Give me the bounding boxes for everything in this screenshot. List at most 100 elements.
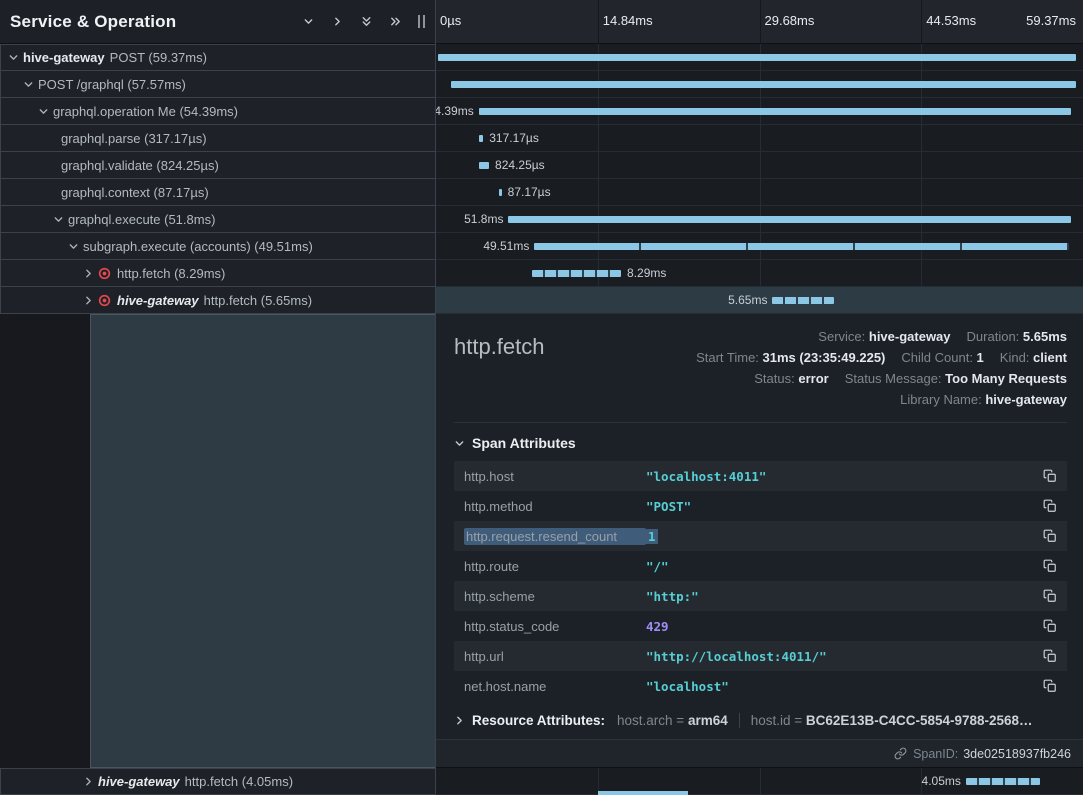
span-tree-row[interactable]: graphql.operation Me (54.39ms): [0, 98, 435, 125]
span-timeline-row[interactable]: 317.17µs: [436, 125, 1083, 152]
attribute-key: net.host.name: [464, 679, 646, 694]
span-timeline-row[interactable]: 8.29ms: [436, 260, 1083, 287]
double-chevron-right-icon[interactable]: [383, 9, 408, 34]
timeline-gridline: [760, 0, 761, 43]
metadata-value: error: [798, 371, 828, 386]
metadata-label: Status:: [754, 371, 798, 386]
span-duration-label: 4.05ms: [922, 774, 961, 788]
span-name: graphql.context (87.17µs): [61, 185, 209, 200]
span-duration-bar[interactable]: [499, 189, 501, 196]
metadata-line: Library Name: hive-gateway: [900, 389, 1067, 410]
metadata-pair: Status Message: Too Many Requests: [845, 371, 1067, 386]
chevron-down-icon[interactable]: [52, 214, 65, 225]
timeline-gridline: [921, 0, 922, 43]
span-duration-bar[interactable]: [534, 243, 1068, 250]
chevron-right-icon[interactable]: [82, 295, 95, 306]
attribute-key: http.method: [464, 499, 646, 514]
span-name: graphql.execute (51.8ms): [68, 212, 215, 227]
attribute-value: "localhost:4011": [646, 469, 1033, 484]
span-tree-row[interactable]: POST /graphql (57.57ms): [0, 71, 435, 98]
attribute-value: 429: [646, 619, 1033, 634]
span-tree-row[interactable]: graphql.parse (317.17µs): [0, 125, 435, 152]
chevron-down-icon[interactable]: [7, 52, 20, 63]
span-id-link[interactable]: [894, 747, 907, 760]
span-timeline-row[interactable]: 87.17µs: [436, 179, 1083, 206]
span-timeline-row[interactable]: 54.39ms: [436, 98, 1083, 125]
chevron-down-icon[interactable]: [22, 79, 35, 90]
copy-icon: [1043, 679, 1057, 693]
trace-viewer: Service & Operation hive-gatewayPOST (59…: [0, 0, 1083, 795]
span-duration-bar[interactable]: [451, 81, 1076, 88]
span-duration-bar[interactable]: [508, 216, 1071, 223]
metadata-value: Too Many Requests: [945, 371, 1067, 386]
chevron-down-icon[interactable]: [67, 241, 80, 252]
tree-panel-header: Service & Operation: [0, 0, 435, 44]
span-tree-row[interactable]: hive-gatewayhttp.fetch (4.05ms): [0, 768, 435, 795]
metadata-pair: Child Count: 1: [901, 350, 983, 365]
span-timeline-row[interactable]: [436, 71, 1083, 98]
span-tree-row[interactable]: graphql.execute (51.8ms): [0, 206, 435, 233]
resource-attributes-section-toggle[interactable]: Resource Attributes: host.arch = arm64ho…: [454, 713, 1067, 728]
chevron-right-icon[interactable]: [82, 268, 95, 279]
span-duration-bar[interactable]: [479, 162, 489, 169]
copy-button[interactable]: [1043, 529, 1057, 543]
copy-button[interactable]: [1043, 679, 1057, 693]
attribute-value: "/": [646, 559, 1033, 574]
span-timeline-row[interactable]: 824.25µs: [436, 152, 1083, 179]
span-timeline-row[interactable]: [436, 44, 1083, 71]
span-duration-bar[interactable]: [966, 778, 1040, 785]
attribute-value: "localhost": [646, 679, 1033, 694]
metadata-value: 31ms (23:35:49.225): [763, 350, 886, 365]
attribute-value: "http:": [646, 589, 1033, 604]
span-timeline-row[interactable]: 4.05ms: [436, 768, 1083, 795]
span-attributes-section-toggle[interactable]: Span Attributes: [454, 435, 1067, 451]
copy-button[interactable]: [1043, 559, 1057, 573]
attribute-key: http.status_code: [464, 619, 646, 634]
copy-button[interactable]: [1043, 619, 1057, 633]
span-timeline-row[interactable]: 49.51ms: [436, 233, 1083, 260]
span-name: graphql.parse (317.17µs): [61, 131, 207, 146]
metadata-label: Duration:: [967, 329, 1023, 344]
chevron-right-icon[interactable]: [325, 9, 350, 34]
chevron-down-icon[interactable]: [37, 106, 50, 117]
attribute-row: http.request.resend_count1: [454, 521, 1067, 551]
span-tree-row[interactable]: http.fetch (8.29ms): [0, 260, 435, 287]
metadata-line: Start Time: 31ms (23:35:49.225)Child Cou…: [696, 347, 1067, 368]
axis-tick-label: 29.68ms: [765, 13, 815, 28]
attribute-row: http.method"POST": [454, 491, 1067, 521]
metadata-value: hive-gateway: [869, 329, 951, 344]
span-duration-bar[interactable]: [532, 270, 621, 277]
resource-attr-key: host.arch =: [617, 713, 688, 728]
chevron-right-icon[interactable]: [82, 776, 95, 787]
detail-header: http.fetch Service: hive-gatewayDuration…: [454, 326, 1067, 410]
span-duration-bar[interactable]: [772, 297, 833, 304]
copy-button[interactable]: [1043, 649, 1057, 663]
attribute-row: http.scheme"http:": [454, 581, 1067, 611]
span-tree-row[interactable]: hive-gatewayhttp.fetch (5.65ms): [0, 287, 435, 314]
metadata-value: 5.65ms: [1023, 329, 1067, 344]
span-tree-row[interactable]: graphql.validate (824.25µs): [0, 152, 435, 179]
span-duration-label: 824.25µs: [495, 158, 545, 172]
separator: [739, 713, 740, 728]
span-timeline-row[interactable]: 5.65ms: [436, 287, 1083, 314]
span-tree-row[interactable]: graphql.context (87.17µs): [0, 179, 435, 206]
span-duration-bar[interactable]: [479, 135, 484, 142]
copy-button[interactable]: [1043, 589, 1057, 603]
span-duration-label: 5.65ms: [728, 293, 767, 307]
span-duration-bar[interactable]: [438, 54, 1076, 61]
selected-span-expansion-area: [90, 314, 435, 768]
double-chevron-down-icon[interactable]: [354, 9, 379, 34]
span-tree-row[interactable]: subgraph.execute (accounts) (49.51ms): [0, 233, 435, 260]
span-tree-row[interactable]: hive-gatewayPOST (59.37ms): [0, 44, 435, 71]
attribute-value: "http://localhost:4011/": [646, 649, 1033, 664]
copy-icon: [1043, 649, 1057, 663]
metadata-pair: Duration: 5.65ms: [967, 329, 1067, 344]
copy-button[interactable]: [1043, 499, 1057, 513]
panel-resize-handle[interactable]: [416, 13, 427, 30]
attribute-value: "POST": [646, 499, 1033, 514]
chevron-down-icon[interactable]: [296, 9, 321, 34]
span-duration-bar[interactable]: [479, 108, 1072, 115]
span-name: http.fetch (8.29ms): [117, 266, 225, 281]
copy-button[interactable]: [1043, 469, 1057, 483]
span-timeline-row[interactable]: 51.8ms: [436, 206, 1083, 233]
